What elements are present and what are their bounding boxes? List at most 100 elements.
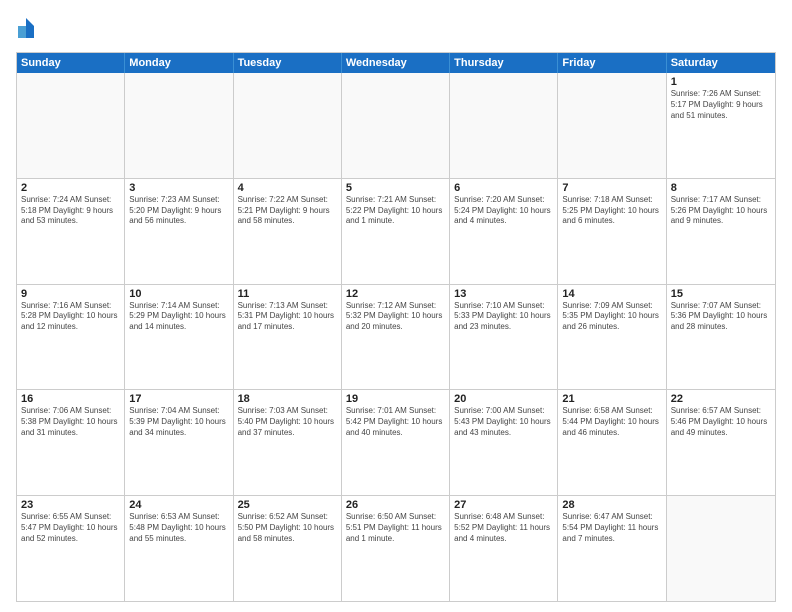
day-number: 27 — [454, 499, 553, 511]
day-info: Sunrise: 7:09 AM Sunset: 5:35 PM Dayligh… — [562, 301, 661, 333]
header — [16, 16, 776, 44]
day-number: 10 — [129, 288, 228, 300]
day-info: Sunrise: 6:52 AM Sunset: 5:50 PM Dayligh… — [238, 512, 337, 544]
day-info: Sunrise: 7:14 AM Sunset: 5:29 PM Dayligh… — [129, 301, 228, 333]
day-info: Sunrise: 7:24 AM Sunset: 5:18 PM Dayligh… — [21, 195, 120, 227]
logo-icon — [16, 16, 36, 44]
day-number: 7 — [562, 182, 661, 194]
day-cell-11: 11Sunrise: 7:13 AM Sunset: 5:31 PM Dayli… — [234, 285, 342, 390]
day-cell-6: 6Sunrise: 7:20 AM Sunset: 5:24 PM Daylig… — [450, 179, 558, 284]
day-number: 22 — [671, 393, 771, 405]
week-row-3: 9Sunrise: 7:16 AM Sunset: 5:28 PM Daylig… — [17, 284, 775, 390]
day-cell-14: 14Sunrise: 7:09 AM Sunset: 5:35 PM Dayli… — [558, 285, 666, 390]
day-cell-26: 26Sunrise: 6:50 AM Sunset: 5:51 PM Dayli… — [342, 496, 450, 601]
day-info: Sunrise: 6:57 AM Sunset: 5:46 PM Dayligh… — [671, 406, 771, 438]
day-cell-9: 9Sunrise: 7:16 AM Sunset: 5:28 PM Daylig… — [17, 285, 125, 390]
day-header-monday: Monday — [125, 53, 233, 73]
day-number: 6 — [454, 182, 553, 194]
calendar: SundayMondayTuesdayWednesdayThursdayFrid… — [16, 52, 776, 602]
day-info: Sunrise: 7:18 AM Sunset: 5:25 PM Dayligh… — [562, 195, 661, 227]
day-cell-23: 23Sunrise: 6:55 AM Sunset: 5:47 PM Dayli… — [17, 496, 125, 601]
day-number: 19 — [346, 393, 445, 405]
day-cell-18: 18Sunrise: 7:03 AM Sunset: 5:40 PM Dayli… — [234, 390, 342, 495]
day-info: Sunrise: 7:12 AM Sunset: 5:32 PM Dayligh… — [346, 301, 445, 333]
week-row-5: 23Sunrise: 6:55 AM Sunset: 5:47 PM Dayli… — [17, 495, 775, 601]
empty-cell — [17, 73, 125, 178]
day-cell-7: 7Sunrise: 7:18 AM Sunset: 5:25 PM Daylig… — [558, 179, 666, 284]
day-cell-3: 3Sunrise: 7:23 AM Sunset: 5:20 PM Daylig… — [125, 179, 233, 284]
day-cell-2: 2Sunrise: 7:24 AM Sunset: 5:18 PM Daylig… — [17, 179, 125, 284]
day-number: 1 — [671, 76, 771, 88]
day-number: 4 — [238, 182, 337, 194]
day-number: 21 — [562, 393, 661, 405]
day-info: Sunrise: 7:06 AM Sunset: 5:38 PM Dayligh… — [21, 406, 120, 438]
day-number: 5 — [346, 182, 445, 194]
day-number: 14 — [562, 288, 661, 300]
day-number: 26 — [346, 499, 445, 511]
day-info: Sunrise: 7:04 AM Sunset: 5:39 PM Dayligh… — [129, 406, 228, 438]
day-cell-8: 8Sunrise: 7:17 AM Sunset: 5:26 PM Daylig… — [667, 179, 775, 284]
day-number: 16 — [21, 393, 120, 405]
day-header-saturday: Saturday — [667, 53, 775, 73]
day-cell-25: 25Sunrise: 6:52 AM Sunset: 5:50 PM Dayli… — [234, 496, 342, 601]
day-cell-28: 28Sunrise: 6:47 AM Sunset: 5:54 PM Dayli… — [558, 496, 666, 601]
week-row-2: 2Sunrise: 7:24 AM Sunset: 5:18 PM Daylig… — [17, 178, 775, 284]
logo — [16, 16, 38, 44]
day-cell-17: 17Sunrise: 7:04 AM Sunset: 5:39 PM Dayli… — [125, 390, 233, 495]
day-header-wednesday: Wednesday — [342, 53, 450, 73]
day-number: 20 — [454, 393, 553, 405]
day-info: Sunrise: 7:10 AM Sunset: 5:33 PM Dayligh… — [454, 301, 553, 333]
day-info: Sunrise: 7:03 AM Sunset: 5:40 PM Dayligh… — [238, 406, 337, 438]
day-cell-15: 15Sunrise: 7:07 AM Sunset: 5:36 PM Dayli… — [667, 285, 775, 390]
day-info: Sunrise: 6:50 AM Sunset: 5:51 PM Dayligh… — [346, 512, 445, 544]
day-number: 15 — [671, 288, 771, 300]
day-number: 3 — [129, 182, 228, 194]
empty-cell — [667, 496, 775, 601]
day-info: Sunrise: 6:58 AM Sunset: 5:44 PM Dayligh… — [562, 406, 661, 438]
day-cell-5: 5Sunrise: 7:21 AM Sunset: 5:22 PM Daylig… — [342, 179, 450, 284]
day-info: Sunrise: 7:21 AM Sunset: 5:22 PM Dayligh… — [346, 195, 445, 227]
day-header-sunday: Sunday — [17, 53, 125, 73]
day-info: Sunrise: 7:01 AM Sunset: 5:42 PM Dayligh… — [346, 406, 445, 438]
day-cell-27: 27Sunrise: 6:48 AM Sunset: 5:52 PM Dayli… — [450, 496, 558, 601]
day-cell-4: 4Sunrise: 7:22 AM Sunset: 5:21 PM Daylig… — [234, 179, 342, 284]
day-info: Sunrise: 6:53 AM Sunset: 5:48 PM Dayligh… — [129, 512, 228, 544]
empty-cell — [342, 73, 450, 178]
empty-cell — [125, 73, 233, 178]
calendar-header: SundayMondayTuesdayWednesdayThursdayFrid… — [17, 53, 775, 73]
day-number: 24 — [129, 499, 228, 511]
empty-cell — [558, 73, 666, 178]
day-info: Sunrise: 6:55 AM Sunset: 5:47 PM Dayligh… — [21, 512, 120, 544]
day-info: Sunrise: 6:48 AM Sunset: 5:52 PM Dayligh… — [454, 512, 553, 544]
empty-cell — [234, 73, 342, 178]
day-info: Sunrise: 7:20 AM Sunset: 5:24 PM Dayligh… — [454, 195, 553, 227]
day-number: 13 — [454, 288, 553, 300]
week-row-1: 1Sunrise: 7:26 AM Sunset: 5:17 PM Daylig… — [17, 73, 775, 178]
day-number: 2 — [21, 182, 120, 194]
day-number: 12 — [346, 288, 445, 300]
day-cell-21: 21Sunrise: 6:58 AM Sunset: 5:44 PM Dayli… — [558, 390, 666, 495]
week-row-4: 16Sunrise: 7:06 AM Sunset: 5:38 PM Dayli… — [17, 389, 775, 495]
day-cell-13: 13Sunrise: 7:10 AM Sunset: 5:33 PM Dayli… — [450, 285, 558, 390]
day-info: Sunrise: 7:16 AM Sunset: 5:28 PM Dayligh… — [21, 301, 120, 333]
day-header-tuesday: Tuesday — [234, 53, 342, 73]
day-number: 9 — [21, 288, 120, 300]
day-cell-1: 1Sunrise: 7:26 AM Sunset: 5:17 PM Daylig… — [667, 73, 775, 178]
day-info: Sunrise: 7:26 AM Sunset: 5:17 PM Dayligh… — [671, 89, 771, 121]
calendar-body: 1Sunrise: 7:26 AM Sunset: 5:17 PM Daylig… — [17, 73, 775, 601]
day-info: Sunrise: 7:22 AM Sunset: 5:21 PM Dayligh… — [238, 195, 337, 227]
day-number: 8 — [671, 182, 771, 194]
empty-cell — [450, 73, 558, 178]
day-cell-12: 12Sunrise: 7:12 AM Sunset: 5:32 PM Dayli… — [342, 285, 450, 390]
day-info: Sunrise: 7:07 AM Sunset: 5:36 PM Dayligh… — [671, 301, 771, 333]
day-cell-10: 10Sunrise: 7:14 AM Sunset: 5:29 PM Dayli… — [125, 285, 233, 390]
day-info: Sunrise: 7:00 AM Sunset: 5:43 PM Dayligh… — [454, 406, 553, 438]
day-cell-24: 24Sunrise: 6:53 AM Sunset: 5:48 PM Dayli… — [125, 496, 233, 601]
day-cell-20: 20Sunrise: 7:00 AM Sunset: 5:43 PM Dayli… — [450, 390, 558, 495]
page: SundayMondayTuesdayWednesdayThursdayFrid… — [0, 0, 792, 612]
day-number: 28 — [562, 499, 661, 511]
day-cell-16: 16Sunrise: 7:06 AM Sunset: 5:38 PM Dayli… — [17, 390, 125, 495]
day-header-friday: Friday — [558, 53, 666, 73]
day-info: Sunrise: 7:17 AM Sunset: 5:26 PM Dayligh… — [671, 195, 771, 227]
day-cell-19: 19Sunrise: 7:01 AM Sunset: 5:42 PM Dayli… — [342, 390, 450, 495]
